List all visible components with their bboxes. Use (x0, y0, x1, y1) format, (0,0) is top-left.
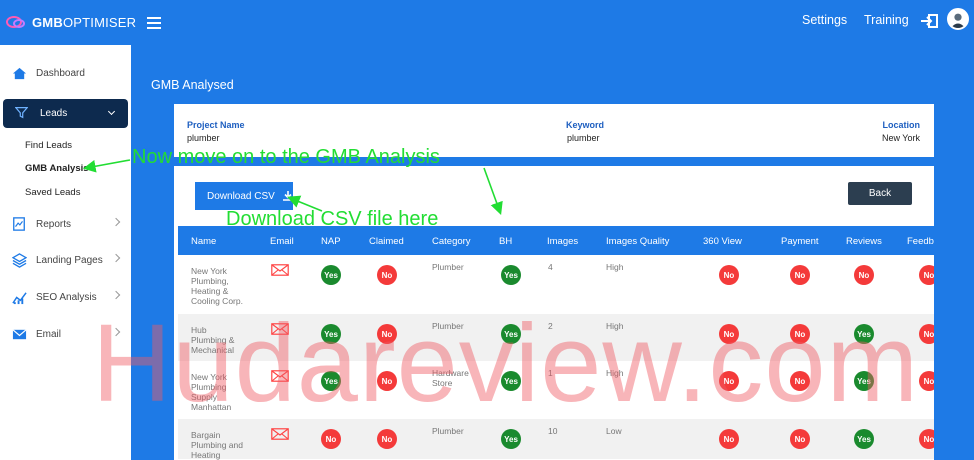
reviews-status-badge: Yes (854, 429, 874, 449)
chart-icon (11, 289, 27, 305)
column-header: Email (270, 236, 294, 247)
sidebar-subitem-find-leads[interactable]: Find Leads (25, 140, 72, 151)
home-icon (11, 65, 27, 81)
column-header: Category (432, 236, 471, 247)
watermark-text: Hudareview.com (92, 302, 920, 425)
business-name-line: New York (191, 266, 227, 276)
category-cell: Plumber (432, 426, 464, 436)
logout-icon[interactable] (920, 13, 938, 29)
feedback-status-badge: No (919, 371, 934, 391)
column-header: Feedb (907, 236, 934, 247)
keyword-value: plumber (567, 133, 600, 143)
sidebar-subitem-gmb-analysis[interactable]: GMB Analysis (25, 163, 89, 174)
sidebar-item-dashboard[interactable]: Dashboard (0, 60, 131, 86)
payment-status-badge: No (790, 265, 810, 285)
logo-light-text: OPTIMISER (62, 14, 137, 30)
sidebar-item-landing-pages[interactable]: Landing Pages (0, 247, 131, 273)
column-header: Name (191, 236, 217, 247)
bh-status-badge: Yes (501, 429, 521, 449)
feedback-status-badge: No (919, 324, 934, 344)
nav-training-link[interactable]: Training (864, 13, 909, 27)
sidebar-item-label: Reports (36, 218, 72, 230)
sidebar-item-label: Dashboard (36, 67, 85, 79)
filter-icon (14, 106, 29, 122)
annotation-gmb-analysis: Now move on to the GMB Analysis (132, 146, 440, 168)
logo-icon (6, 13, 30, 31)
menu-toggle-icon[interactable] (147, 17, 161, 29)
sidebar-subitem-saved-leads[interactable]: Saved Leads (25, 187, 80, 198)
download-icon (282, 191, 293, 201)
claimed-status-badge: No (377, 265, 397, 285)
view360-status-badge: No (719, 429, 739, 449)
logo-bold-text: GMB (32, 14, 63, 30)
keyword-label: Keyword (566, 120, 605, 130)
column-header: BH (499, 236, 513, 247)
feedback-status-badge: No (919, 429, 934, 449)
business-name-line: Bargain (191, 430, 221, 440)
reviews-status-badge: No (854, 265, 874, 285)
annotation-download-csv: Download CSV file here (226, 208, 439, 230)
column-header: Payment (781, 236, 819, 247)
images-count-cell: 10 (548, 426, 558, 436)
business-name-line: Plumbing and (191, 440, 243, 450)
nap-status-badge: Yes (321, 265, 341, 285)
project-name-label: Project Name (187, 120, 245, 130)
column-header: Images (547, 236, 579, 247)
images-quality-cell: High (606, 262, 624, 272)
page-title: GMB Analysed (151, 78, 234, 92)
email-icon (11, 326, 27, 342)
business-name-line: Heating & (191, 286, 229, 296)
claimed-status-badge: No (377, 429, 397, 449)
column-header: NAP (321, 236, 341, 247)
sidebar-item-leads[interactable]: Leads (3, 99, 128, 128)
images-quality-cell: Low (606, 426, 622, 436)
chevron-right-icon (111, 217, 121, 227)
column-header: Claimed (369, 236, 404, 247)
app-logo[interactable]: GMBOPTIMISER (6, 13, 136, 31)
chevron-down-icon (107, 107, 116, 116)
user-avatar[interactable] (947, 8, 969, 30)
top-bar: GMBOPTIMISER Settings Training (0, 0, 974, 45)
column-header: 360 View (703, 236, 742, 247)
download-csv-button[interactable]: Download CSV (195, 182, 293, 210)
layers-icon (11, 252, 27, 268)
sidebar-item-label: Email (36, 328, 62, 340)
location-label: Location (882, 120, 921, 130)
sidebar-item-label: SEO Analysis (36, 291, 97, 303)
payment-status-badge: No (790, 429, 810, 449)
nap-status-badge: No (321, 429, 341, 449)
chevron-right-icon (111, 290, 121, 300)
nav-settings-link[interactable]: Settings (802, 13, 847, 27)
project-name-value: plumber (187, 133, 220, 143)
business-name-line: Plumbing, (191, 276, 229, 286)
sidebar-item-label: Leads (40, 108, 68, 119)
sidebar-item-label: Landing Pages (36, 254, 103, 266)
column-header: Images Quality (606, 236, 670, 247)
download-csv-label: Download CSV (207, 190, 275, 202)
location-value: New York (881, 133, 920, 143)
category-cell: Plumber (432, 262, 464, 272)
business-name-line: Heating (191, 450, 221, 460)
view360-status-badge: No (719, 265, 739, 285)
email-icon[interactable] (271, 428, 289, 440)
feedback-status-badge: No (919, 265, 934, 285)
chevron-right-icon (111, 253, 121, 263)
bh-status-badge: Yes (501, 265, 521, 285)
email-icon[interactable] (271, 264, 289, 276)
back-button[interactable]: Back (848, 182, 912, 205)
images-count-cell: 4 (548, 262, 553, 272)
report-icon (11, 216, 27, 232)
column-header: Reviews (846, 236, 882, 247)
sidebar-item-reports[interactable]: Reports (0, 211, 131, 237)
